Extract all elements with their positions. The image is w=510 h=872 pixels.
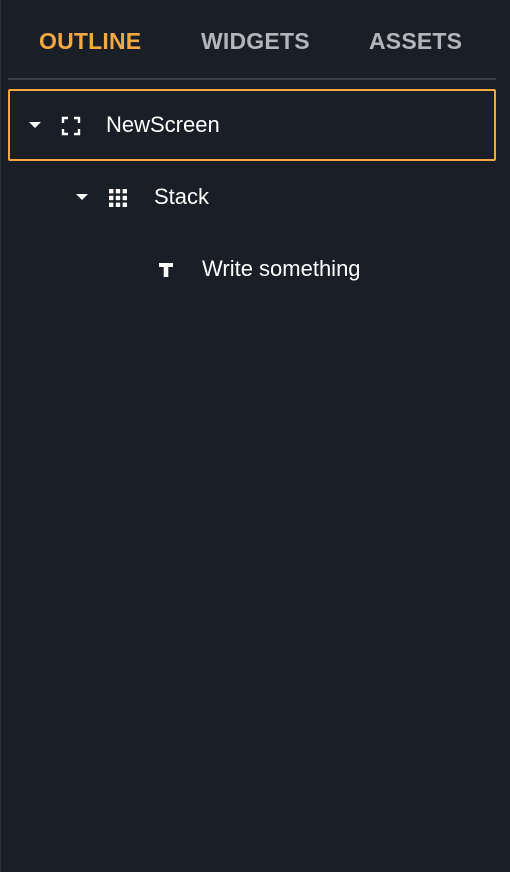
tab-outline[interactable]: OUTLINE	[39, 26, 141, 56]
tree-item-newscreen[interactable]: NewScreen	[8, 89, 496, 161]
tree-item-label: Write something	[202, 256, 361, 281]
screen-frame-icon	[61, 116, 81, 136]
caret-down-icon[interactable]	[29, 121, 41, 129]
tree-item-write-something[interactable]: Write something	[8, 233, 496, 305]
outline-panel: OUTLINE WIDGETS ASSETS NewScreen Stack W…	[0, 0, 510, 872]
tab-assets[interactable]: ASSETS	[369, 26, 462, 56]
panel-tab-bar: OUTLINE WIDGETS ASSETS	[1, 0, 503, 79]
tree-item-label: Stack	[154, 184, 210, 209]
tab-widgets[interactable]: WIDGETS	[201, 26, 310, 56]
caret-down-icon[interactable]	[76, 193, 88, 201]
text-icon	[159, 263, 173, 277]
tab-divider	[8, 78, 496, 80]
tree-item-stack[interactable]: Stack	[8, 161, 496, 233]
grid-icon	[109, 189, 127, 207]
tree-item-label: NewScreen	[106, 112, 220, 137]
